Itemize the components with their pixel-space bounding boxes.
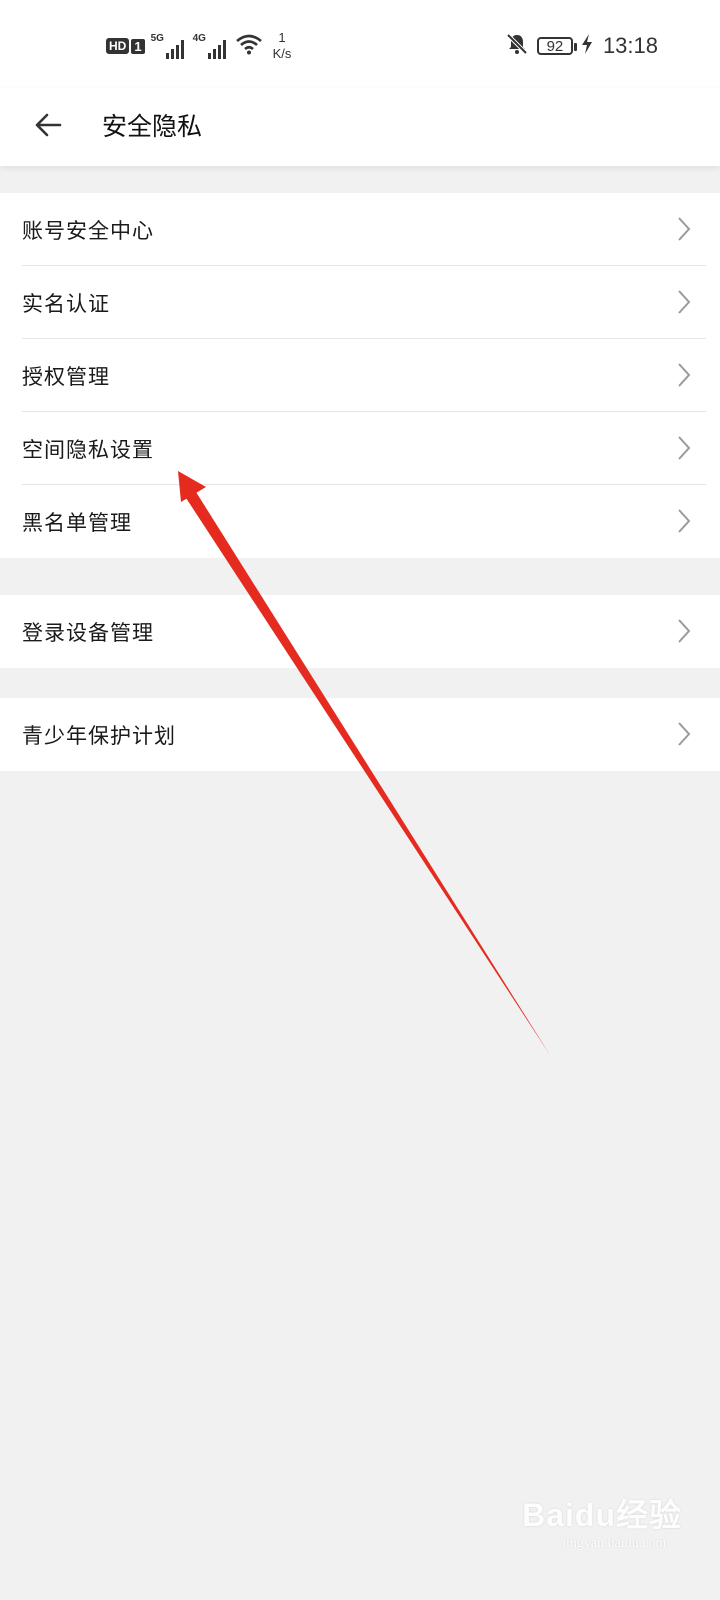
signal-4g-icon: 4G <box>193 33 229 59</box>
menu-item-blacklist-management[interactable]: 黑名单管理 <box>0 485 720 558</box>
signal-5g-icon: 5G <box>151 33 187 59</box>
menu-item-label: 登录设备管理 <box>22 620 154 645</box>
signal-5g-label: 5G <box>150 33 164 44</box>
network-speed: 1 K/s <box>273 30 292 62</box>
chevron-right-icon <box>678 436 691 460</box>
chevron-right-icon <box>678 217 691 241</box>
chevron-right-icon <box>678 619 691 643</box>
watermark-url: jingyan.baidu.com <box>562 1536 667 1551</box>
settings-group-youth: 青少年保护计划 <box>0 698 720 771</box>
network-speed-unit: K/s <box>272 46 292 61</box>
menu-item-label: 空间隐私设置 <box>22 437 154 462</box>
menu-item-label: 实名认证 <box>22 291 110 316</box>
menu-item-label: 黑名单管理 <box>22 510 132 535</box>
settings-group-account: 账号安全中心 实名认证 授权管理 空间隐私设置 黑名单管理 <box>0 193 720 558</box>
battery-level: 92 <box>546 37 564 55</box>
menu-item-space-privacy-settings[interactable]: 空间隐私设置 <box>0 412 720 485</box>
chevron-right-icon <box>678 722 691 746</box>
hd-voice-badge: HD 1 <box>106 38 145 54</box>
settings-group-devices: 登录设备管理 <box>0 595 720 668</box>
baidu-watermark: Baidu经验 jingyan.baidu.com <box>522 1490 682 1552</box>
clock: 13:18 <box>602 33 658 58</box>
app-bar: 安全隐私 <box>0 88 720 166</box>
menu-item-real-name-verification[interactable]: 实名认证 <box>0 266 720 339</box>
status-right: 92 13:18 <box>505 30 658 62</box>
menu-item-account-security-center[interactable]: 账号安全中心 <box>0 193 720 266</box>
battery-icon: 92 <box>536 37 577 55</box>
sim-slot-label: 1 <box>131 38 145 54</box>
hd-label: HD <box>106 38 130 54</box>
menu-item-authorization-management[interactable]: 授权管理 <box>0 339 720 412</box>
back-button[interactable] <box>24 103 72 151</box>
status-left: HD 1 5G 4G 1 K/s <box>106 30 291 62</box>
charging-icon <box>581 33 593 59</box>
bell-off-icon <box>505 32 529 60</box>
menu-item-label: 授权管理 <box>22 364 110 389</box>
page-title: 安全隐私 <box>102 112 203 141</box>
chevron-right-icon <box>678 290 691 314</box>
signal-4g-label: 4G <box>192 33 206 44</box>
menu-item-login-device-management[interactable]: 登录设备管理 <box>0 595 720 668</box>
menu-item-youth-protection-plan[interactable]: 青少年保护计划 <box>0 698 720 771</box>
status-bar: HD 1 5G 4G 1 K/s 92 13:18 <box>0 0 720 88</box>
menu-item-label: 账号安全中心 <box>22 218 154 243</box>
chevron-right-icon <box>678 363 691 387</box>
watermark-text: Baidu经验 <box>522 1497 682 1533</box>
network-speed-value: 1 <box>278 30 286 45</box>
chevron-right-icon <box>678 509 691 533</box>
wifi-icon <box>235 33 263 59</box>
menu-item-label: 青少年保护计划 <box>22 723 176 748</box>
arrow-left-icon <box>33 110 63 144</box>
